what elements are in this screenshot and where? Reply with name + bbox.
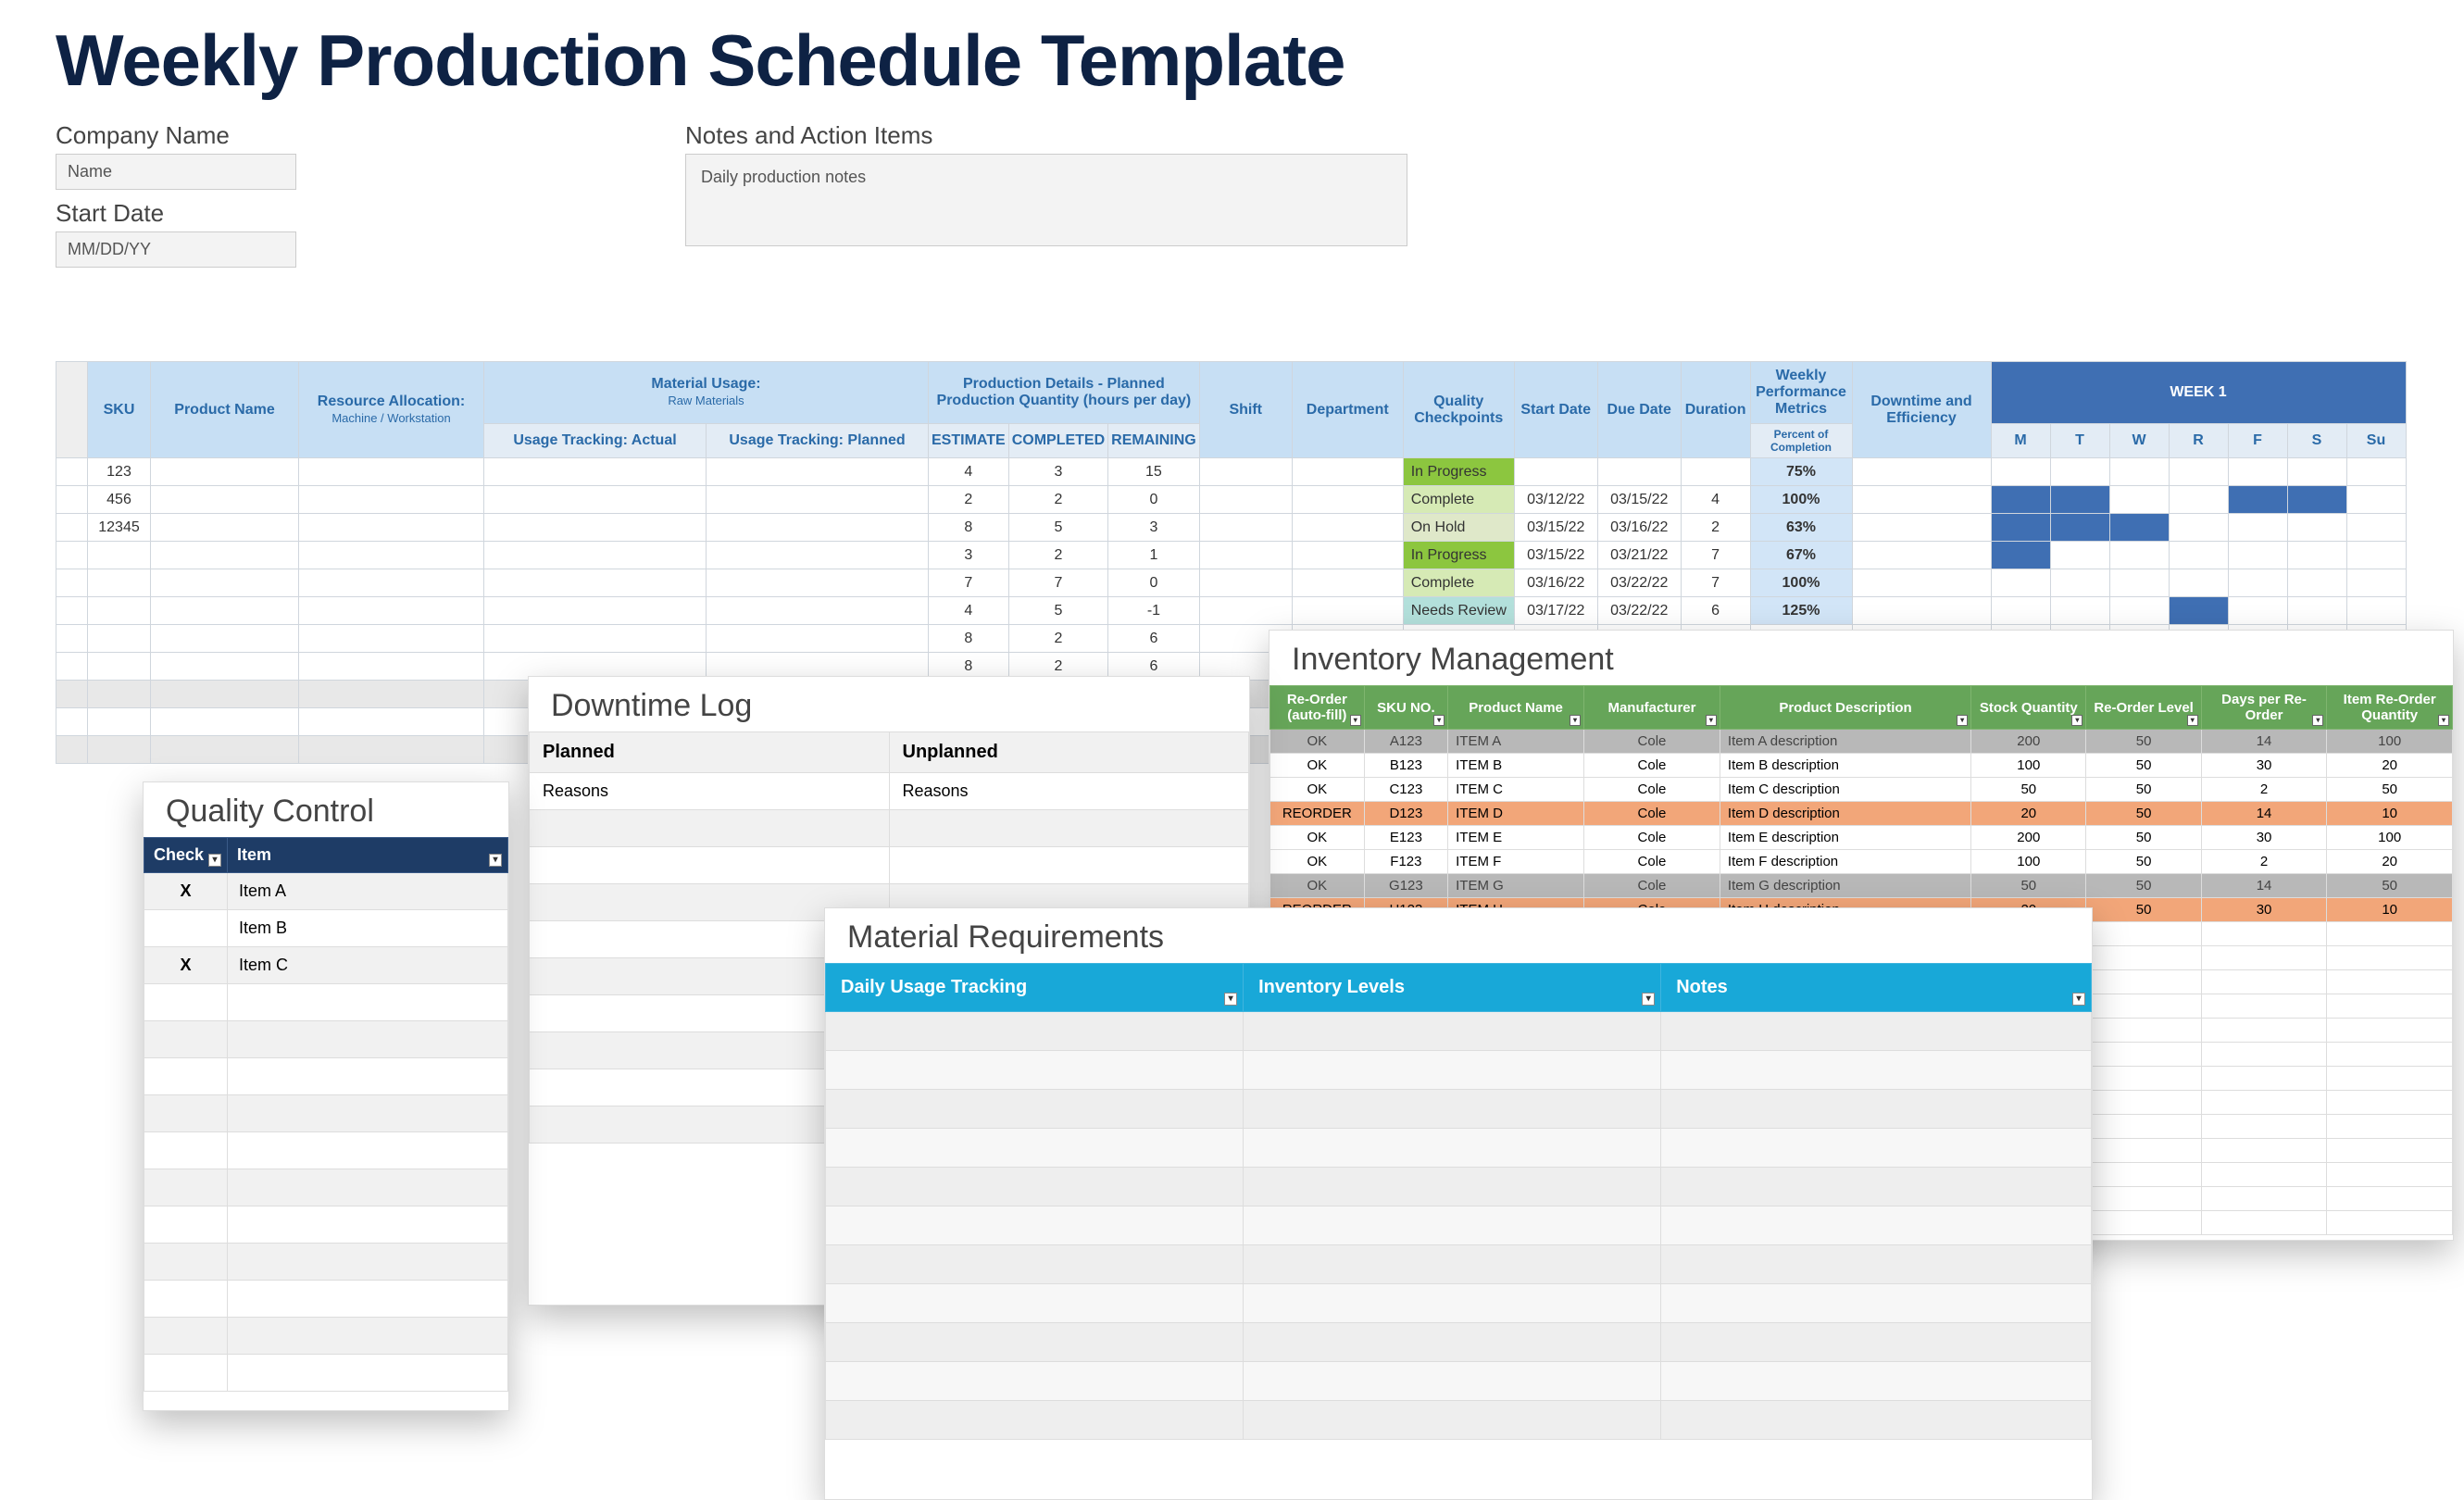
material-row[interactable] [826,1012,2092,1051]
schedule-row[interactable]: 456220Complete03/12/2203/15/224100% [56,486,2407,514]
inventory-row[interactable]: OKG123ITEM GColeItem G description505014… [1270,874,2453,898]
filter-icon[interactable]: ▾ [489,854,502,867]
downtime-planned-header: Planned [530,732,890,773]
quality-row[interactable] [144,1095,508,1132]
downtime-cell[interactable] [889,847,1249,884]
quality-row[interactable] [144,1132,508,1169]
filter-icon[interactable]: ▾ [2187,715,2198,726]
inventory-row[interactable]: OKF123ITEM FColeItem F description100502… [1270,850,2453,874]
downtime-reasons-unplanned[interactable]: Reasons [889,773,1249,810]
inventory-title: Inventory Management [1270,631,2453,685]
material-levels-header[interactable]: Inventory Levels▾ [1244,964,1661,1012]
material-row[interactable] [826,1051,2092,1090]
quality-row[interactable] [144,984,508,1021]
quality-row[interactable] [144,1021,508,1058]
downtime-reasons-planned[interactable]: Reasons [530,773,890,810]
material-notes-header[interactable]: Notes▾ [1661,964,2092,1012]
quality-row[interactable] [144,1206,508,1244]
filter-icon[interactable]: ▾ [1957,715,1968,726]
quality-row[interactable]: XItem C [144,947,508,984]
material-panel[interactable]: Material Requirements Daily Usage Tracki… [824,907,2093,1500]
filter-icon[interactable]: ▾ [1433,715,1445,726]
company-input[interactable]: Name [56,154,296,190]
inventory-row[interactable]: OKA123ITEM AColeItem A description200501… [1270,730,2453,754]
downtime-cell[interactable] [530,847,890,884]
page-title: Weekly Production Schedule Template [0,0,2464,112]
downtime-unplanned-header: Unplanned [889,732,1249,773]
material-row[interactable] [826,1284,2092,1323]
schedule-row[interactable]: 45-1Needs Review03/17/2203/22/226125% [56,597,2407,625]
quality-title: Quality Control [144,782,508,837]
downtime-cell[interactable] [889,810,1249,847]
filter-icon[interactable]: ▾ [2071,715,2083,726]
material-row[interactable] [826,1090,2092,1129]
inventory-header[interactable]: Re-Order (auto-fill)▾ [1270,686,1365,730]
quality-row[interactable] [144,1244,508,1281]
material-row[interactable] [826,1206,2092,1245]
quality-row[interactable]: Item B [144,910,508,947]
quality-panel[interactable]: Quality Control Check▾ Item▾ XItem AItem… [143,781,509,1411]
material-row[interactable] [826,1245,2092,1284]
inventory-header[interactable]: Product Name▾ [1448,686,1584,730]
quality-row[interactable] [144,1058,508,1095]
material-row[interactable] [826,1401,2092,1440]
material-table[interactable]: Daily Usage Tracking▾ Inventory Levels▾ … [825,963,2092,1440]
material-title: Material Requirements [825,908,2092,963]
notes-input[interactable]: Daily production notes [685,154,1407,246]
schedule-row[interactable]: 1234315In Progress75% [56,458,2407,486]
inventory-header[interactable]: Manufacturer▾ [1584,686,1720,730]
downtime-title: Downtime Log [529,677,1249,731]
filter-icon[interactable]: ▾ [1642,993,1655,1006]
inventory-row[interactable]: REORDERD123ITEM DColeItem D description2… [1270,802,2453,826]
filter-icon[interactable]: ▾ [1350,715,1361,726]
quality-item-header[interactable]: Item▾ [228,838,508,873]
inventory-row[interactable]: OKE123ITEM EColeItem E description200503… [1270,826,2453,850]
quality-row[interactable] [144,1169,508,1206]
filter-icon[interactable]: ▾ [208,854,221,867]
startdate-input[interactable]: MM/DD/YY [56,231,296,268]
quality-check-header[interactable]: Check▾ [144,838,228,873]
inventory-row[interactable]: OKB123ITEM BColeItem B description100503… [1270,754,2453,778]
quality-row[interactable] [144,1318,508,1355]
meta-row: Company Name Name Start Date MM/DD/YY No… [0,121,2464,268]
quality-table[interactable]: Check▾ Item▾ XItem AItem BXItem C [144,837,508,1392]
material-row[interactable] [826,1129,2092,1168]
inventory-header[interactable]: SKU NO.▾ [1364,686,1447,730]
inventory-header[interactable]: Stock Quantity▾ [1971,686,2086,730]
material-row[interactable] [826,1323,2092,1362]
filter-icon[interactable]: ▾ [1570,715,1581,726]
startdate-label: Start Date [56,199,296,228]
material-row[interactable] [826,1362,2092,1401]
material-usage-header[interactable]: Daily Usage Tracking▾ [826,964,1244,1012]
quality-row[interactable] [144,1355,508,1392]
filter-icon[interactable]: ▾ [2312,715,2323,726]
inventory-header[interactable]: Days per Re-Order▾ [2201,686,2327,730]
notes-label: Notes and Action Items [685,121,1407,150]
filter-icon[interactable]: ▾ [1706,715,1717,726]
quality-row[interactable] [144,1281,508,1318]
inventory-header[interactable]: Product Description▾ [1720,686,1970,730]
quality-row[interactable]: XItem A [144,873,508,910]
inventory-row[interactable]: OKC123ITEM CColeItem C description505025… [1270,778,2453,802]
filter-icon[interactable]: ▾ [2438,715,2449,726]
schedule-row[interactable]: 770Complete03/16/2203/22/227100% [56,569,2407,597]
inventory-header[interactable]: Re-Order Level▾ [2086,686,2201,730]
downtime-cell[interactable] [530,810,890,847]
filter-icon[interactable]: ▾ [2072,993,2085,1006]
company-label: Company Name [56,121,296,150]
inventory-header[interactable]: Item Re-Order Quantity▾ [2327,686,2453,730]
schedule-row[interactable]: 12345853On Hold03/15/2203/16/22263% [56,514,2407,542]
material-row[interactable] [826,1168,2092,1206]
schedule-row[interactable]: 321In Progress03/15/2203/21/22767% [56,542,2407,569]
filter-icon[interactable]: ▾ [1224,993,1237,1006]
